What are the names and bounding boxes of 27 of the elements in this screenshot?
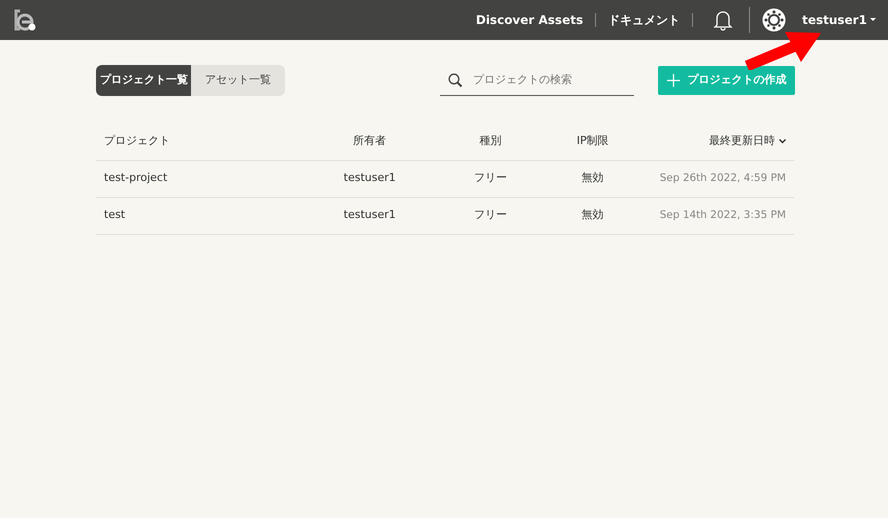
column-header[interactable]: 所有者 <box>353 134 386 147</box>
table-cell: 無効 <box>534 197 652 234</box>
plus-icon <box>666 74 680 87</box>
tab[interactable]: プロジェクト一覧 <box>96 65 191 96</box>
logo-icon[interactable] <box>12 8 38 32</box>
table-cell: Sep 26th 2022, 4:59 PM <box>652 160 794 197</box>
avatar-icon[interactable] <box>762 8 786 32</box>
column-header[interactable]: 種別 <box>479 134 502 147</box>
bell-icon[interactable] <box>713 9 734 31</box>
table-cell: test <box>96 197 293 234</box>
table-cell: フリー <box>446 197 534 234</box>
table-cell: test-project <box>96 160 293 197</box>
column-label[interactable]: 最終更新日時 <box>709 133 775 150</box>
column-header[interactable]: IP制限 <box>576 134 609 147</box>
tab[interactable]: アセット一覧 <box>191 65 285 96</box>
search-field[interactable]: プロジェクトの検索 <box>471 70 621 90</box>
table-cell: フリー <box>446 160 534 197</box>
column-header[interactable]: プロジェクト <box>104 134 170 147</box>
table-cell: Sep 14th 2022, 3:35 PM <box>652 197 794 234</box>
table-cell: testuser1 <box>292 197 447 234</box>
user-menu[interactable]: testuser1 <box>802 11 876 29</box>
nav-link[interactable]: ドキュメント <box>608 11 680 29</box>
table-cell: testuser1 <box>292 160 447 197</box>
nav-link[interactable]: Discover Assets <box>476 11 584 29</box>
sort-icon[interactable] <box>779 138 786 144</box>
search-icon <box>448 72 463 88</box>
table-cell: 無効 <box>534 160 652 197</box>
